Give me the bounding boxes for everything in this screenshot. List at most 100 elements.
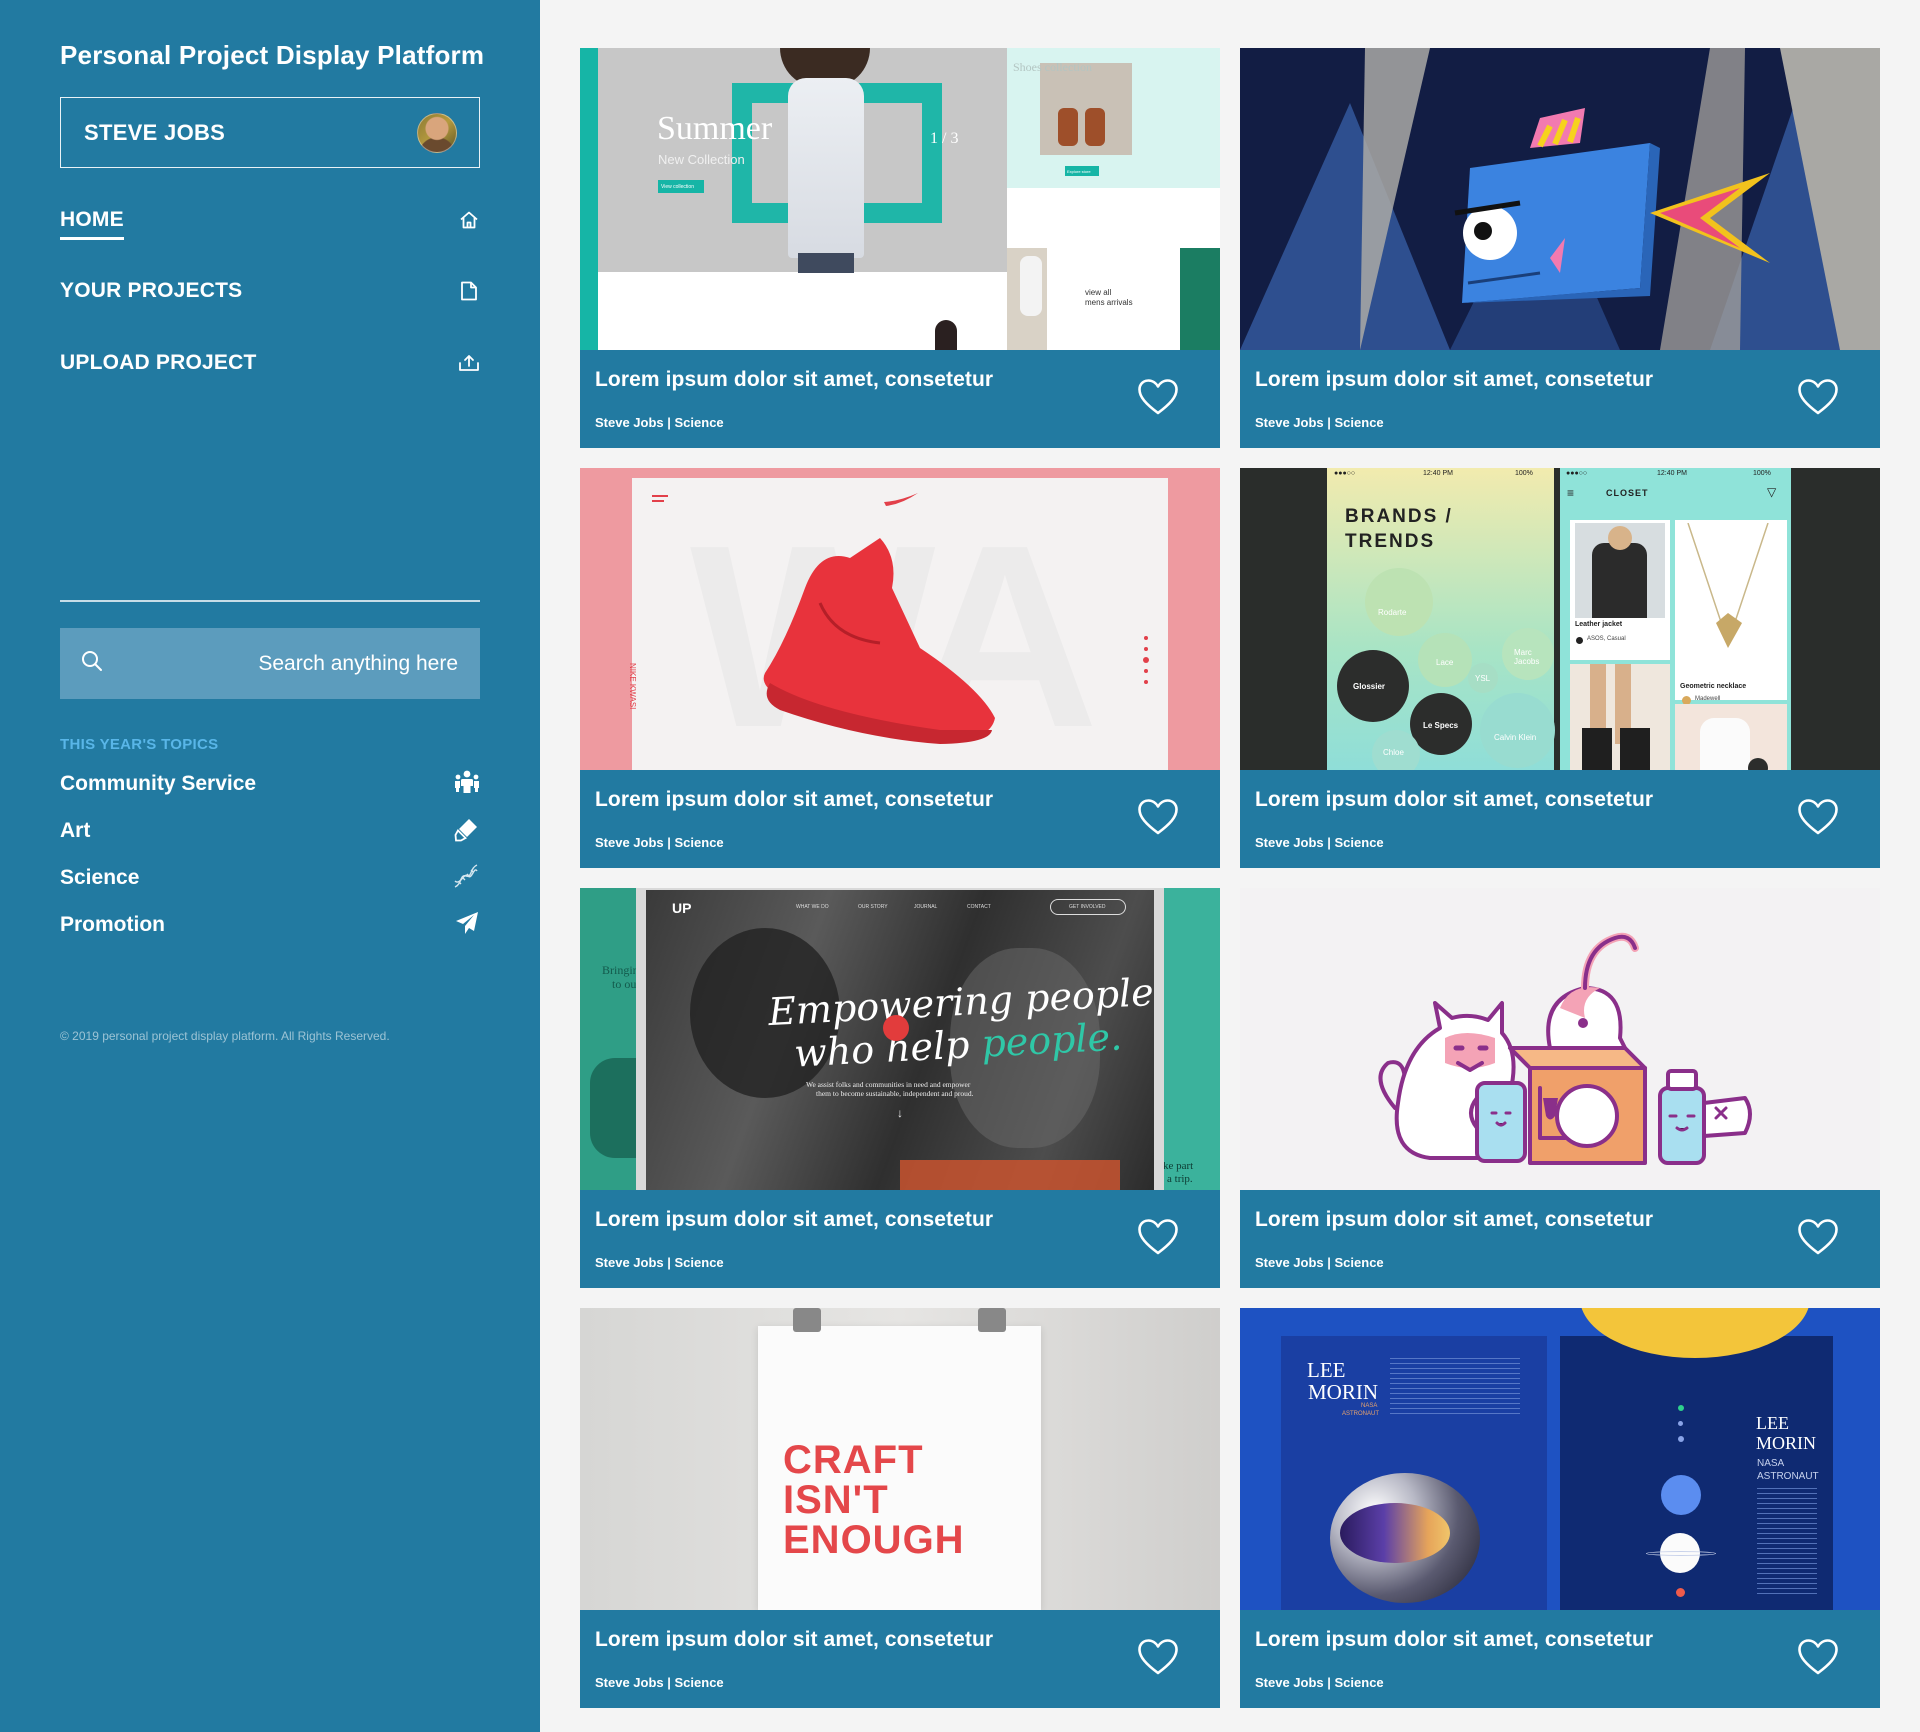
- topic-label: Community Service: [60, 772, 257, 795]
- project-thumbnail-craft-poster: CRAFT ISN'T ENOUGH: [580, 1308, 1220, 1610]
- charity-menu-1: WHAT WE DO: [796, 904, 829, 910]
- project-thumbnail-charity-site: Bringing to ou ke part a trip. UP WHAT W…: [580, 888, 1220, 1190]
- project-meta: Steve Jobs | Science: [595, 835, 724, 850]
- fashion-view-all: view all: [1085, 288, 1112, 297]
- topics-heading: THIS YEAR'S TOPICS: [60, 736, 219, 753]
- charity-right-text: ke part: [1163, 1160, 1194, 1172]
- dna-icon: [452, 862, 480, 895]
- brush-icon: [454, 816, 480, 847]
- project-meta: Steve Jobs | Science: [595, 1675, 724, 1690]
- copyright: © 2019 personal project display platform…: [60, 1029, 390, 1043]
- project-title: Lorem ipsum dolor sit amet, consetetur: [595, 788, 994, 811]
- project-meta: Steve Jobs | Science: [1255, 415, 1384, 430]
- heart-icon[interactable]: [1797, 1218, 1839, 1256]
- project-title: Lorem ipsum dolor sit amet, consetetur: [595, 1208, 994, 1231]
- fashion-explore: Explore store: [1065, 166, 1099, 176]
- project-card-info: Lorem ipsum dolor sit amet, consetetur S…: [1240, 350, 1880, 448]
- filter-icon: ▽: [1767, 485, 1777, 499]
- fashion-pager: 1 / 3: [930, 130, 959, 147]
- book-role-1: NASA: [1361, 1403, 1378, 1409]
- topic-community-service[interactable]: Community Service: [60, 768, 480, 800]
- nav-your-projects[interactable]: YOUR PROJECTS: [60, 273, 480, 309]
- heart-icon[interactable]: [1137, 378, 1179, 416]
- app-b4: Glossier: [1353, 682, 1386, 691]
- charity-line2b: people.: [980, 1014, 1124, 1066]
- heart-icon[interactable]: [1137, 1218, 1179, 1256]
- project-card[interactable]: LEE MORIN NASA ASTRONAUT LEE MORIN NASA …: [1240, 1308, 1880, 1708]
- project-thumbnail-red-sneaker: WA NIKE KWASI: [580, 468, 1220, 770]
- project-card[interactable]: Lorem ipsum dolor sit amet, consetetur S…: [1240, 888, 1880, 1288]
- topic-art[interactable]: Art: [60, 815, 480, 847]
- nav-upload-project[interactable]: UPLOAD PROJECT: [60, 345, 480, 381]
- project-title: Lorem ipsum dolor sit amet, consetetur: [1255, 1208, 1654, 1231]
- app-closet: CLOSET: [1606, 488, 1649, 498]
- fashion-sub: New Collection: [658, 152, 745, 167]
- fashion-shoes: Shoes collection: [1013, 60, 1092, 74]
- brand-title: Personal Project Display Platform: [60, 40, 485, 70]
- user-profile-button[interactable]: STEVE JOBS: [60, 97, 480, 168]
- project-title: Lorem ipsum dolor sit amet, consetetur: [1255, 788, 1654, 811]
- book-name-3: LEE: [1756, 1413, 1789, 1433]
- book-name-2: MORIN: [1308, 1380, 1379, 1404]
- app-trends: TRENDS: [1345, 531, 1436, 552]
- project-thumbnail-astronaut-book: LEE MORIN NASA ASTRONAUT LEE MORIN NASA …: [1240, 1308, 1880, 1610]
- project-card[interactable]: Lorem ipsum dolor sit amet, consetetur S…: [1240, 48, 1880, 448]
- charity-menu-3: JOURNAL: [914, 904, 938, 910]
- project-meta: Steve Jobs | Science: [1255, 1675, 1384, 1690]
- app-time-1: ●●●○○: [1334, 470, 1356, 477]
- app-b1: Rodarte: [1378, 608, 1407, 617]
- nav-upload-project-label: UPLOAD PROJECT: [60, 351, 257, 374]
- book-role-2: ASTRONAUT: [1342, 1411, 1380, 1417]
- book-name-4: MORIN: [1756, 1433, 1817, 1453]
- project-meta: Steve Jobs | Science: [595, 415, 724, 430]
- charity-right-text-2: a trip.: [1167, 1173, 1193, 1185]
- nav-home[interactable]: HOME: [60, 202, 480, 240]
- project-thumbnail-fashion-app: ●●●○○ 12:40 PM 100% BRANDS / TRENDS Roda…: [1240, 468, 1880, 770]
- app-item1-sub: ASOS, Casual: [1587, 636, 1626, 642]
- app-time-2: 12:40 PM: [1657, 470, 1687, 477]
- project-card-info: Lorem ipsum dolor sit amet, consetetur S…: [580, 350, 1220, 448]
- topic-label: Promotion: [60, 913, 165, 936]
- project-card[interactable]: Bringing to ou ke part a trip. UP WHAT W…: [580, 888, 1220, 1288]
- charity-menu-2: OUR STORY: [858, 904, 888, 910]
- search-bar[interactable]: [60, 628, 480, 699]
- heart-icon[interactable]: [1137, 798, 1179, 836]
- heart-icon[interactable]: [1137, 1638, 1179, 1676]
- project-card-info: Lorem ipsum dolor sit amet, consetetur S…: [1240, 770, 1880, 868]
- app-b6: Le Specs: [1423, 721, 1459, 730]
- poster-line3: ENOUGH: [783, 1518, 965, 1562]
- heart-icon[interactable]: [1797, 798, 1839, 836]
- upload-icon: [458, 352, 480, 374]
- topic-promotion[interactable]: Promotion: [60, 909, 480, 941]
- book-role-4: ASTRONAUT: [1757, 1471, 1819, 1482]
- heart-icon[interactable]: [1797, 1638, 1839, 1676]
- paper-plane-icon: [454, 910, 480, 941]
- fashion-headline: Summer: [657, 110, 773, 147]
- app-b3: Marc Jacobs: [1514, 648, 1540, 666]
- project-thumbnail-fashion-site: Summer New Collection View collection 1 …: [580, 48, 1220, 350]
- project-card[interactable]: WA NIKE KWASI Lorem ipsum dolor sit amet…: [580, 468, 1220, 868]
- search-input[interactable]: [104, 651, 458, 676]
- project-card[interactable]: ●●●○○ 12:40 PM 100% BRANDS / TRENDS Roda…: [1240, 468, 1880, 868]
- project-title: Lorem ipsum dolor sit amet, consetetur: [595, 1628, 994, 1651]
- topic-science[interactable]: Science: [60, 862, 480, 894]
- sidebar: Personal Project Display Platform STEVE …: [0, 0, 540, 1732]
- user-name: STEVE JOBS: [84, 119, 226, 145]
- poster-line2: ISN'T: [783, 1478, 889, 1522]
- nav-home-label: HOME: [60, 208, 124, 240]
- heart-icon[interactable]: [1797, 378, 1839, 416]
- project-card-info: Lorem ipsum dolor sit amet, consetetur S…: [580, 1610, 1220, 1708]
- project-card[interactable]: CRAFT ISN'T ENOUGH Lorem ipsum dolor sit…: [580, 1308, 1220, 1708]
- app-item2: Geometric necklace: [1680, 683, 1747, 690]
- project-meta: Steve Jobs | Science: [1255, 1255, 1384, 1270]
- app-battery-2: 100%: [1753, 470, 1771, 477]
- nav-your-projects-label: YOUR PROJECTS: [60, 279, 243, 302]
- charity-menu-4: CONTACT: [967, 904, 991, 910]
- app-b5: YSL: [1475, 674, 1491, 683]
- scroll-down-icon: ↓: [897, 1106, 903, 1120]
- menu-icon: ≡: [1567, 486, 1575, 500]
- charity-body1: We assist folks and communities in need …: [806, 1080, 971, 1089]
- project-title: Lorem ipsum dolor sit amet, consetetur: [595, 368, 994, 391]
- project-card[interactable]: Summer New Collection View collection 1 …: [580, 48, 1220, 448]
- app-item2-sub: Madewell: [1695, 696, 1721, 702]
